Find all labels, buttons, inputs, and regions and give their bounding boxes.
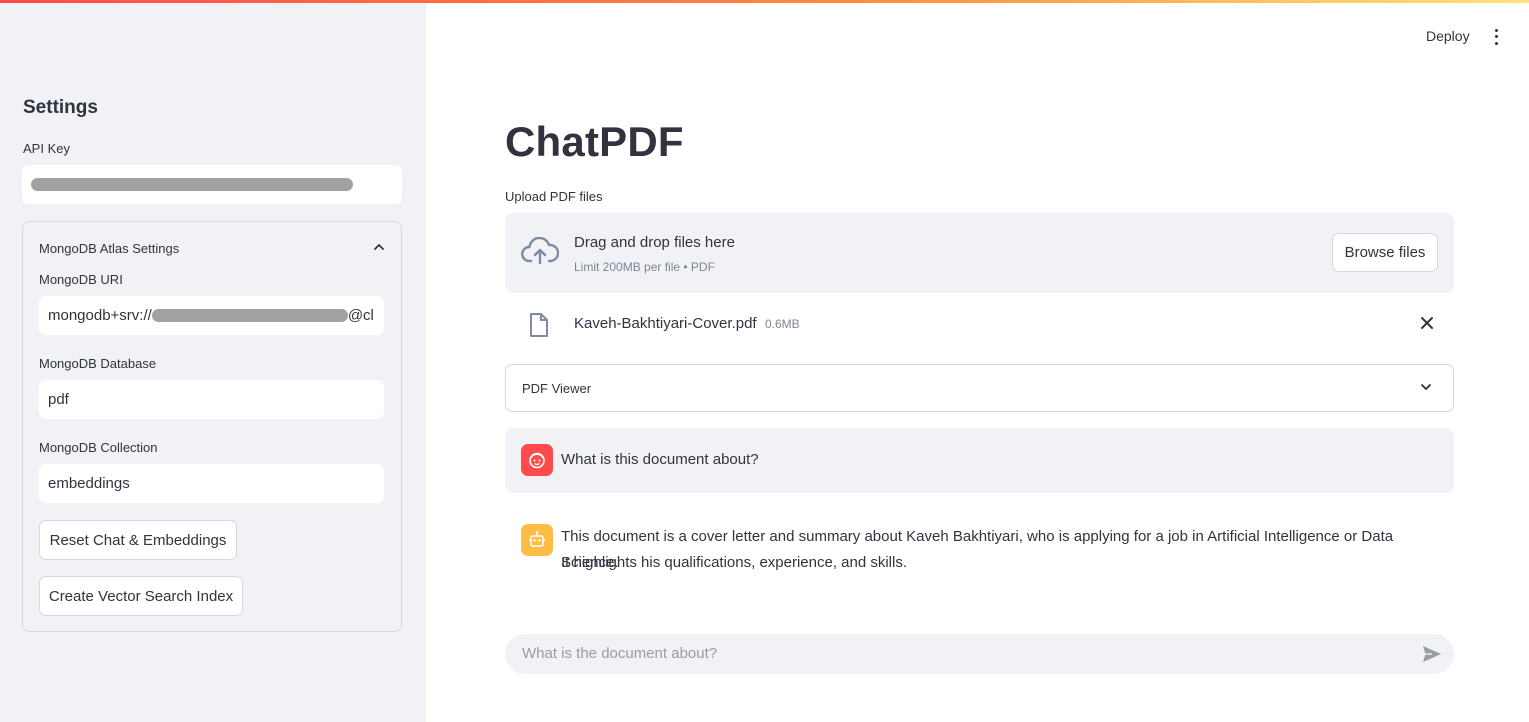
assistant-message-line-2: It highlights his qualifications, experi…	[561, 554, 908, 571]
mongodb-uri-prefix: mongodb+srv://	[48, 307, 152, 324]
sidebar-title: Settings	[23, 97, 98, 118]
uploaded-file-row: Kaveh-Bakhtiyari-Cover.pdf 0.6MB	[505, 305, 1454, 345]
file-dropzone[interactable]: Drag and drop files here Limit 200MB per…	[505, 213, 1454, 293]
mongodb-collection-label: MongoDB Collection	[39, 440, 158, 455]
file-icon	[528, 312, 550, 343]
browse-files-button[interactable]: Browse files	[1332, 233, 1438, 272]
mongodb-database-input[interactable]: pdf	[39, 380, 384, 419]
dropzone-title: Drag and drop files here	[574, 234, 735, 251]
send-icon[interactable]	[1422, 644, 1442, 669]
user-message-text: What is this document about?	[561, 451, 759, 468]
mongodb-uri-suffix: @cl	[347, 307, 374, 324]
mongodb-settings-expander-label: MongoDB Atlas Settings	[39, 240, 180, 256]
kebab-dot	[1494, 35, 1498, 39]
uploaded-file-size: 0.6MB	[765, 317, 800, 331]
chat-input[interactable]: What is the document about?	[505, 634, 1454, 674]
chat-message-user: What is this document about?	[505, 428, 1454, 493]
create-vector-search-index-button[interactable]: Create Vector Search Index	[39, 576, 243, 616]
cloud-upload-icon	[521, 236, 560, 270]
user-avatar-icon	[521, 444, 553, 476]
api-key-input[interactable]	[22, 165, 402, 204]
mongodb-settings-expander-header[interactable]: MongoDB Atlas Settings	[39, 238, 385, 258]
assistant-avatar-icon	[521, 524, 553, 556]
redacted-uri-credentials	[151, 309, 348, 322]
chat-message-assistant: This document is a cover letter and summ…	[505, 508, 1454, 588]
redacted-api-key	[31, 178, 353, 191]
mongodb-collection-input[interactable]: embeddings	[39, 464, 384, 503]
pdf-viewer-label: PDF Viewer	[522, 381, 592, 396]
reset-chat-embeddings-button[interactable]: Reset Chat & Embeddings	[39, 520, 237, 560]
pdf-viewer-expander[interactable]: PDF Viewer	[505, 364, 1454, 412]
main-menu-button[interactable]	[1488, 27, 1504, 47]
api-key-label: API Key	[23, 141, 70, 156]
upload-label: Upload PDF files	[505, 189, 603, 204]
mongodb-database-label: MongoDB Database	[39, 356, 157, 371]
deploy-button[interactable]: Deploy	[1426, 28, 1470, 44]
uploaded-file-name: Kaveh-Bakhtiyari-Cover.pdf	[574, 315, 757, 332]
page-title: ChatPDF	[505, 118, 684, 165]
kebab-dot	[1494, 42, 1498, 46]
sidebar: Settings API Key MongoDB Atlas Settings …	[0, 0, 426, 722]
kebab-menu-icon	[1494, 28, 1498, 32]
mongodb-uri-label: MongoDB URI	[39, 272, 123, 287]
mongodb-uri-input[interactable]: mongodb+srv:// @cl	[39, 296, 384, 335]
chevron-up-icon	[373, 241, 385, 256]
top-decoration-bar	[0, 0, 1529, 3]
dropzone-limit: Limit 200MB per file • PDF	[574, 260, 715, 274]
chat-input-placeholder: What is the document about?	[522, 645, 718, 662]
chevron-down-icon	[1419, 380, 1433, 399]
close-icon[interactable]	[1419, 315, 1435, 336]
